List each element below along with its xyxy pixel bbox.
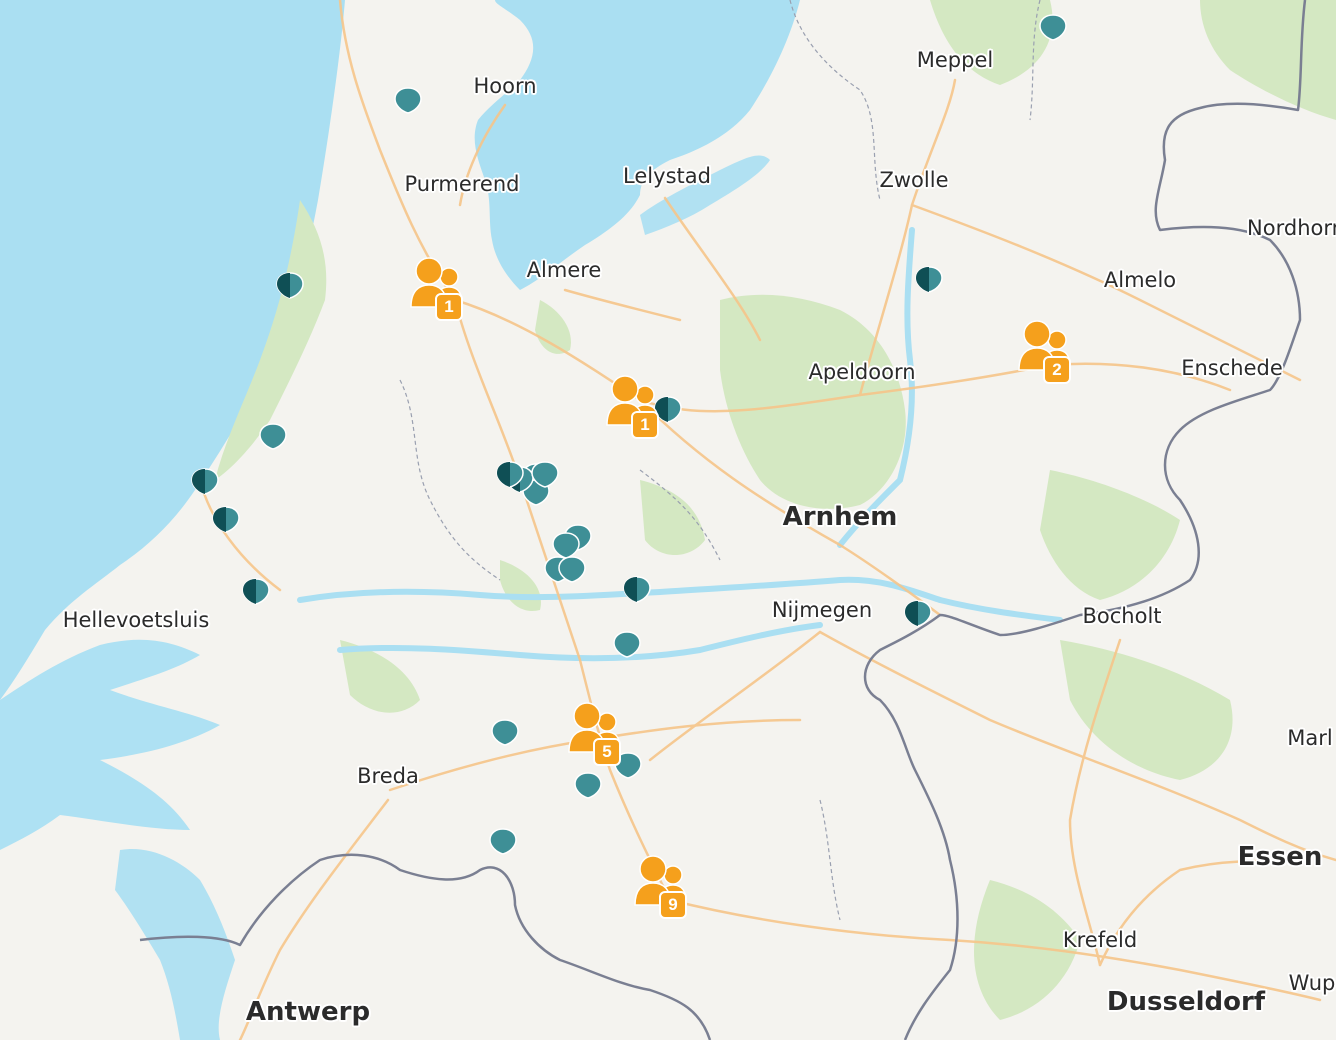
location-pin-icon[interactable] [275,272,305,300]
cluster-marker[interactable]: 2 [1013,320,1079,390]
cluster-count-badge: 1 [631,411,659,439]
cluster-marker[interactable]: 5 [563,702,629,772]
location-pin-icon[interactable] [557,556,587,584]
location-pin-icon[interactable] [622,576,652,604]
location-pin-icon[interactable] [1038,14,1068,42]
location-pin-icon[interactable] [914,266,944,294]
location-pin-icon[interactable] [903,600,933,628]
location-pin-icon[interactable] [495,461,525,489]
location-pin-icon[interactable] [258,423,288,451]
cluster-marker[interactable]: 1 [405,257,471,327]
location-pin-icon[interactable] [612,631,642,659]
cluster-marker[interactable]: 9 [629,855,695,925]
map-view[interactable]: Hoorn Meppel Purmerend Lelystad Zwolle Almere… [0,0,1336,1040]
cluster-marker[interactable]: 1 [601,375,667,445]
location-pin-icon[interactable] [190,468,220,496]
location-pin-icon[interactable] [488,828,518,856]
location-pin-icon[interactable] [211,506,241,534]
location-pin-icon[interactable] [241,578,271,606]
cluster-count-badge: 9 [659,891,687,919]
location-pin-icon[interactable] [530,461,560,489]
cluster-count-badge: 5 [593,738,621,766]
location-pin-icon[interactable] [490,719,520,747]
location-pin-icon[interactable] [573,772,603,800]
cluster-count-badge: 2 [1043,356,1071,384]
cluster-count-badge: 1 [435,293,463,321]
location-pin-icon[interactable] [393,87,423,115]
